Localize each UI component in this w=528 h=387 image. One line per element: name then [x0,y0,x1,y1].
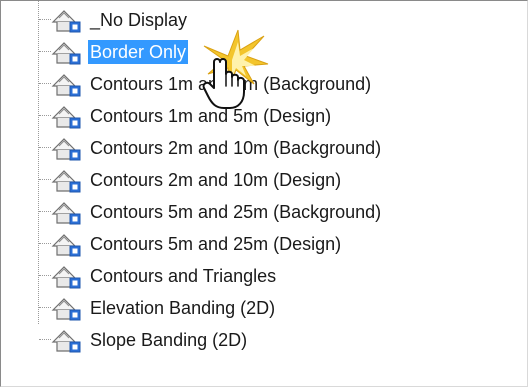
tree-item-label: Contours 5m and 25m (Design) [90,234,342,254]
surface-style-icon [51,10,81,33]
tree-item-label: Elevation Banding (2D) [90,298,276,318]
tree-item-label: Slope Banding (2D) [90,330,248,350]
surface-style-icon [51,170,81,193]
surface-style-icon [51,106,81,129]
style-tree-panel: _No Display Border Only Contours 1m 5m (… [0,0,528,387]
surface-style-icon [51,234,81,257]
surface-style-icon [51,202,81,225]
tree-item-label-selected: Border Only [88,40,189,64]
surface-style-icon [51,298,81,321]
tree-item-contours-5m-25m-design[interactable]: Contours 5m and 25m (Design) [1,228,527,260]
tree-item-label: Contours and Triangles [90,266,277,286]
tree-item-label: Contours 2m and 10m (Design) [90,170,342,190]
hand-pointer-click-icon [202,29,269,109]
tree-item-contours-5m-25m-background[interactable]: Contours 5m and 25m (Background) [1,196,527,228]
surface-style-icon [51,74,81,97]
tree-item-slope-banding-2d[interactable]: Slope Banding (2D) [1,324,527,356]
tree-item-contours-2m-10m-design[interactable]: Contours 2m and 10m (Design) [1,164,527,196]
tree-item-contours-and-triangles[interactable]: Contours and Triangles [1,260,527,292]
tree-item-contours-2m-10m-background[interactable]: Contours 2m and 10m (Background) [1,132,527,164]
surface-style-icon [51,42,81,65]
surface-style-icon [51,138,81,161]
tree-item-label: Contours 5m and 25m (Background) [90,202,382,222]
tree-item-label: _No Display [90,10,188,30]
tree-item-label: Contours 2m and 10m (Background) [90,138,382,158]
surface-style-icon [51,266,81,289]
tree-item-elevation-banding-2d[interactable]: Elevation Banding (2D) [1,292,527,324]
surface-style-icon [51,330,81,353]
